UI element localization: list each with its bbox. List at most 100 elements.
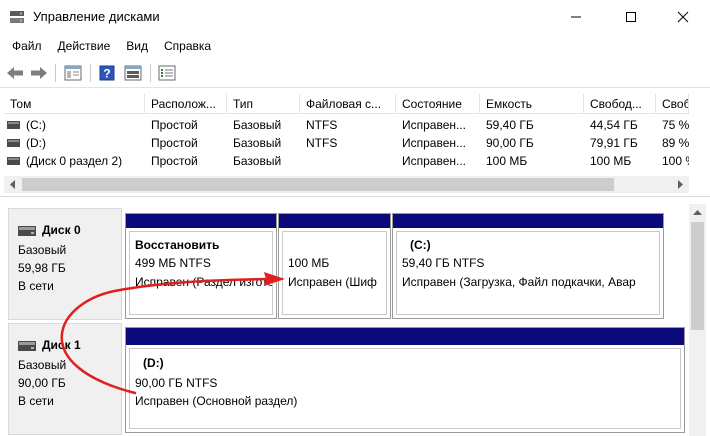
partition-size: 59,40 ГБ NTFS [402, 256, 485, 270]
volume-layout: Простой [151, 136, 198, 150]
volume-file-system [300, 152, 396, 170]
volume-row[interactable]: (D:) Простой Базовый NTFS Исправен... 90… [4, 134, 689, 152]
volume-percent-free: 75 % [662, 118, 689, 132]
partition-status: Исправен (Загрузка, Файл подкачки, Авар [402, 275, 636, 289]
disk-type: Базовый [18, 358, 67, 372]
menu-bar: Файл Действие Вид Справка [0, 34, 710, 58]
disk-icon [18, 341, 36, 351]
help-button[interactable]: ? [96, 63, 118, 83]
partition-body: Восстановить 499 МБ NTFS Исправен (Разде… [129, 231, 273, 315]
console-view-icon [124, 65, 142, 81]
disk-name: Диск 1 [42, 338, 81, 352]
partition-bar [126, 214, 276, 228]
maximize-button[interactable] [608, 0, 654, 34]
help-icon: ? [99, 65, 115, 81]
volume-row[interactable]: (Диск 0 раздел 2) Простой Базовый Исправ… [4, 152, 689, 170]
partition-status: Исправен (Основной раздел) [135, 394, 298, 408]
toolbar-separator [55, 64, 56, 82]
volume-type: Базовый [233, 118, 282, 132]
partition-size: 90,00 ГБ NTFS [135, 376, 218, 390]
volume-type: Базовый [233, 136, 282, 150]
menu-view[interactable]: Вид [118, 36, 156, 56]
show-hide-console-tree-button[interactable] [62, 63, 84, 83]
volume-name: (C:) [26, 118, 46, 132]
partition-recovery[interactable]: Восстановить 499 МБ NTFS Исправен (Разде… [125, 213, 277, 319]
volume-list-header: Том Располож... Тип Файловая с... Состоя… [4, 94, 689, 114]
volume-percent-free: 89 % [662, 136, 689, 150]
volume-type: Базовый [233, 154, 282, 168]
volume-free-space: 79,91 ГБ [590, 136, 638, 150]
volume-layout: Простой [151, 154, 198, 168]
volume-status: Исправен... [402, 136, 467, 150]
volume-icon [7, 139, 20, 147]
scroll-up-arrow-icon[interactable] [693, 209, 702, 215]
volume-capacity: 100 МБ [486, 154, 528, 168]
column-header-status[interactable]: Состояние [396, 94, 480, 114]
menu-file[interactable]: Файл [4, 36, 50, 56]
partition-status: Исправен (Шиф [288, 275, 377, 289]
list-view-icon [158, 65, 176, 81]
menu-action[interactable]: Действие [50, 36, 119, 56]
partition-body: 100 МБ Исправен (Шиф [282, 231, 387, 315]
back-arrow-icon [7, 67, 23, 79]
disk-icon [18, 226, 36, 236]
volume-name: (Диск 0 раздел 2) [26, 154, 123, 168]
column-header-free-space[interactable]: Свобод... [584, 94, 656, 114]
disk-name: Диск 0 [42, 223, 81, 237]
toolbar: ? [0, 58, 710, 88]
partition-bar [279, 214, 390, 228]
partition-body: (D:) 90,00 ГБ NTFS Исправен (Основной ра… [129, 348, 681, 429]
disk-type: Базовый [18, 243, 67, 257]
volume-capacity: 90,00 ГБ [486, 136, 534, 150]
disk-0-label[interactable]: Диск 0 Базовый 59,98 ГБ В сети [8, 208, 122, 320]
disk-management-app-icon [10, 11, 24, 23]
column-header-file-system[interactable]: Файловая с... [300, 94, 396, 114]
menu-help[interactable]: Справка [156, 36, 219, 56]
partition-size: 499 МБ NTFS [135, 256, 211, 270]
forward-button[interactable] [28, 63, 50, 83]
volume-name: (D:) [26, 136, 46, 150]
volume-status: Исправен... [402, 154, 467, 168]
volume-file-system: NTFS [306, 136, 338, 150]
vertical-scrollbar[interactable] [689, 204, 706, 436]
partition-efi[interactable]: 100 МБ Исправен (Шиф [278, 213, 391, 319]
horizontal-scrollbar-thumb[interactable] [22, 178, 614, 191]
horizontal-scrollbar[interactable] [4, 176, 689, 193]
toolbar-separator [150, 64, 151, 82]
disk-size: 90,00 ГБ [18, 376, 66, 390]
partition-body: (C:) 59,40 ГБ NTFS Исправен (Загрузка, Ф… [396, 231, 660, 315]
partition-status: Исправен (Раздел изгото [135, 275, 273, 289]
partition-d[interactable]: (D:) 90,00 ГБ NTFS Исправен (Основной ра… [125, 327, 685, 433]
close-button[interactable] [660, 0, 706, 34]
column-header-layout[interactable]: Располож... [145, 94, 227, 114]
svg-text:?: ? [103, 67, 110, 81]
volume-file-system: NTFS [306, 118, 338, 132]
partition-bar [126, 328, 684, 345]
minimize-button[interactable] [553, 0, 599, 34]
vertical-scrollbar-thumb[interactable] [691, 222, 704, 330]
disk-size: 59,98 ГБ [18, 261, 66, 275]
minimize-icon [571, 16, 581, 18]
disk-1-label[interactable]: Диск 1 Базовый 90,00 ГБ В сети [8, 323, 122, 435]
column-header-capacity[interactable]: Емкость [480, 94, 584, 114]
volume-row[interactable]: (C:) Простой Базовый NTFS Исправен... 59… [4, 116, 689, 134]
column-header-volume[interactable]: Том [4, 94, 145, 114]
partition-size: 100 МБ [288, 256, 330, 270]
volume-free-space: 100 МБ [590, 154, 632, 168]
scroll-left-arrow-icon[interactable] [9, 180, 16, 189]
volume-status: Исправен... [402, 118, 467, 132]
column-header-percent-free[interactable]: Свобо [656, 94, 689, 114]
toolbar-separator [90, 64, 91, 82]
close-icon [677, 11, 689, 23]
volume-layout: Простой [151, 118, 198, 132]
partition-title: Восстановить [135, 238, 220, 252]
partition-c[interactable]: (C:) 59,40 ГБ NTFS Исправен (Загрузка, Ф… [392, 213, 664, 319]
volume-capacity: 59,40 ГБ [486, 118, 534, 132]
back-button[interactable] [4, 63, 26, 83]
console-view-button[interactable] [122, 63, 144, 83]
pane-splitter[interactable] [0, 196, 710, 200]
list-view-button[interactable] [156, 63, 178, 83]
scroll-right-arrow-icon[interactable] [677, 180, 684, 189]
disk-graphical-view: Диск 0 Базовый 59,98 ГБ В сети Восстанов… [4, 204, 687, 436]
column-header-type[interactable]: Тип [227, 94, 300, 114]
